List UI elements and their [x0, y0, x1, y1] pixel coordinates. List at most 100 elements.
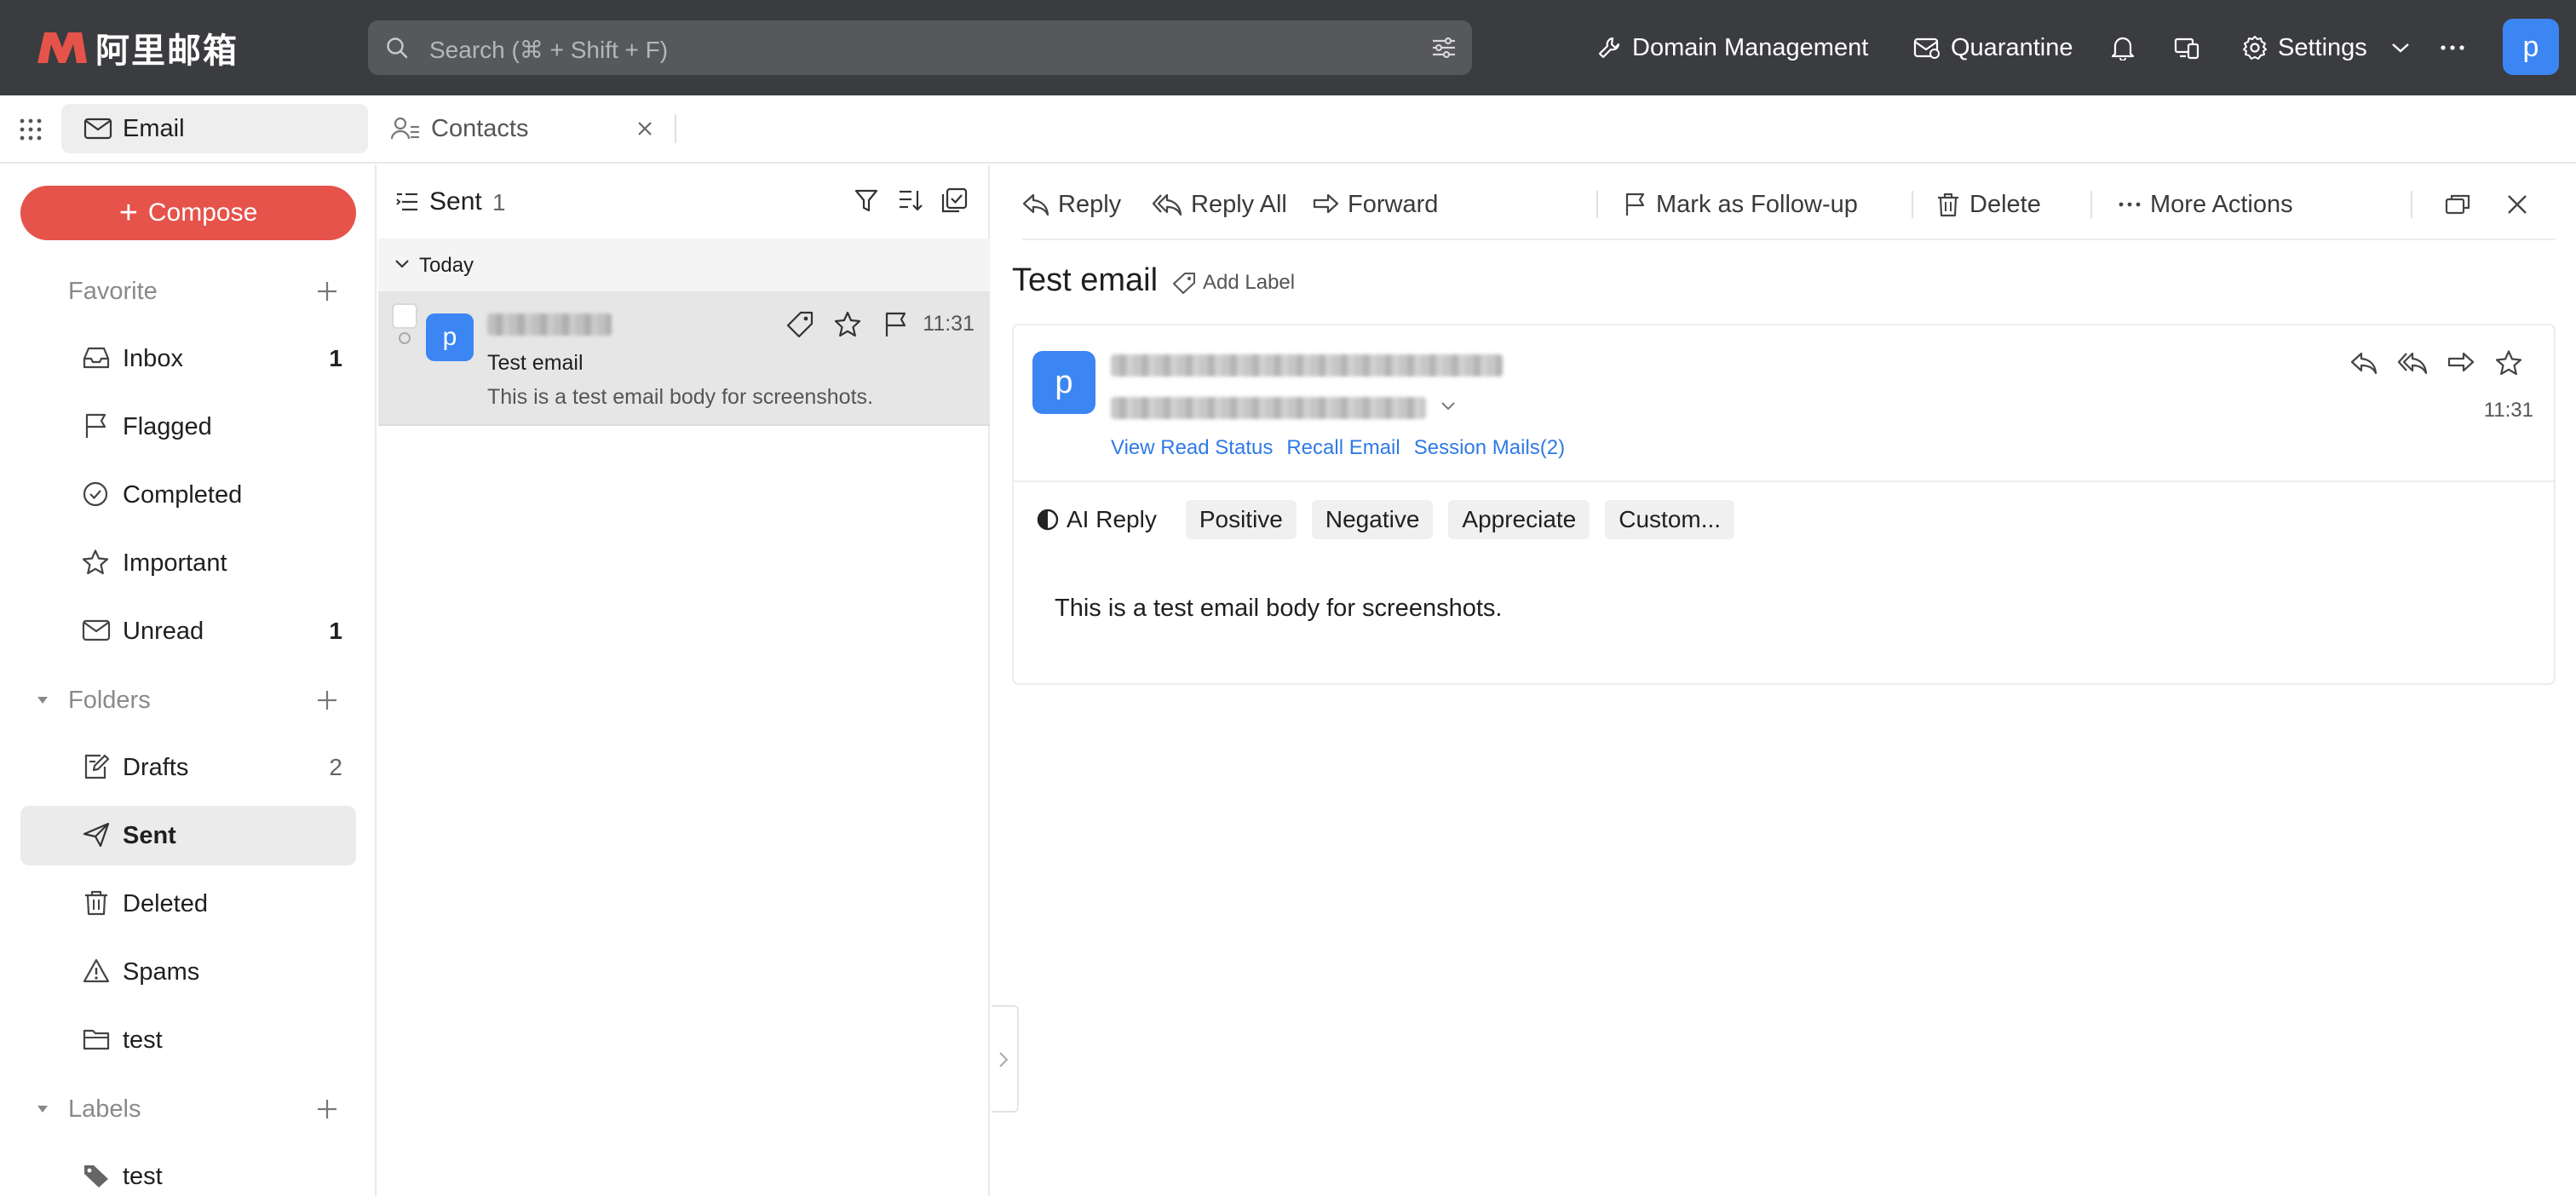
sidebar-item-test-label[interactable]: test — [20, 1147, 356, 1196]
ai-chip-custom[interactable]: Custom... — [1605, 500, 1735, 539]
tab-contacts-label: Contacts — [431, 114, 529, 142]
sidebar-item-inbox[interactable]: Inbox 1 — [20, 329, 356, 388]
sidebar-item-important[interactable]: Important — [20, 533, 356, 593]
ai-chip-appreciate[interactable]: Appreciate — [1448, 500, 1590, 539]
card-divider — [1014, 480, 2554, 482]
ai-chip-negative[interactable]: Negative — [1311, 500, 1434, 539]
reply-all-button[interactable]: Reply All — [1152, 187, 1287, 221]
tab-contacts[interactable]: Contacts — [368, 104, 675, 153]
flag-icon — [82, 412, 111, 440]
forward-icon[interactable] — [2447, 349, 2475, 377]
session-mails-link[interactable]: Session Mails(2) — [1414, 436, 1565, 460]
email-body: This is a test email body for screenshot… — [1055, 595, 1503, 622]
chevron-down-icon — [2392, 43, 2409, 53]
folders-section-label: Folders — [68, 686, 151, 714]
caret-down-icon — [36, 695, 49, 705]
reply-all-icon[interactable] — [2397, 349, 2428, 377]
delete-button[interactable]: Delete — [1935, 187, 2041, 221]
open-new-window-button[interactable] — [2445, 187, 2479, 221]
ai-reply-bar: AI Reply Positive Negative Appreciate Cu… — [1036, 499, 1750, 540]
add-label-button[interactable]: Add Label — [1172, 269, 1295, 296]
star-icon[interactable] — [833, 310, 862, 339]
filter-icon[interactable] — [854, 187, 879, 213]
devices-icon — [2174, 37, 2199, 60]
devices-button[interactable] — [2174, 27, 2210, 68]
settings-dropdown[interactable] — [2390, 27, 2421, 68]
sidebar-item-flagged[interactable]: Flagged — [20, 397, 356, 457]
ai-chip-positive[interactable]: Positive — [1185, 500, 1297, 539]
flag-icon[interactable] — [881, 310, 910, 339]
sender-name-redacted — [487, 313, 612, 336]
folders-section-header[interactable]: Folders — [0, 675, 377, 726]
sort-icon[interactable] — [898, 187, 923, 213]
add-folder-icon[interactable] — [315, 688, 339, 712]
sidebar-item-label: Drafts — [123, 753, 189, 781]
forward-icon — [1313, 193, 1339, 214]
sender-address-redacted — [1111, 354, 1503, 377]
read-status-dot[interactable] — [399, 332, 411, 344]
apps-grid-icon[interactable] — [19, 118, 43, 141]
sidebar-item-completed[interactable]: Completed — [20, 465, 356, 525]
sidebar-item-spams[interactable]: Spams — [20, 942, 356, 1002]
settings-button[interactable]: Settings — [2242, 27, 2367, 68]
follow-up-button[interactable]: Mark as Follow-up — [1622, 187, 1858, 221]
list-title: Sent — [429, 187, 482, 216]
reply-icon[interactable] — [2349, 349, 2378, 377]
toolbar-divider — [2090, 191, 2092, 218]
close-reader-button[interactable] — [2506, 187, 2537, 221]
sidebar-item-drafts[interactable]: Drafts 2 — [20, 738, 356, 797]
folder-menu-icon[interactable] — [395, 191, 419, 213]
list-item[interactable]: p 11:31 Test email This is a test email … — [378, 291, 990, 426]
favorite-section-header[interactable]: Favorite — [0, 266, 377, 317]
wrench-icon — [1598, 37, 1620, 59]
search-placeholder: Search (⌘ + Shift + F) — [429, 37, 669, 63]
flag-icon — [1625, 193, 1645, 216]
message-list-header: Sent 1 — [378, 165, 990, 239]
more-dots-icon — [2441, 45, 2464, 50]
sidebar-item-sent[interactable]: Sent — [20, 806, 356, 865]
envelope-icon — [83, 118, 112, 140]
reply-button[interactable]: Reply — [1022, 187, 1121, 221]
more-menu-button[interactable] — [2440, 27, 2475, 68]
toolbar-divider — [1596, 191, 1598, 218]
sidebar-item-unread[interactable]: Unread 1 — [20, 601, 356, 661]
draft-count: 2 — [329, 754, 342, 780]
star-icon[interactable] — [2494, 349, 2523, 377]
unread-count: 1 — [329, 345, 342, 371]
more-actions-button[interactable]: More Actions — [2118, 187, 2293, 221]
tag-icon[interactable] — [785, 310, 814, 339]
app-tabs-bar: Email Contacts — [0, 95, 2576, 164]
close-icon[interactable] — [635, 119, 664, 138]
sidebar-item-test-folder[interactable]: test — [20, 1010, 356, 1070]
tag-icon — [1173, 273, 1195, 294]
logo-text: 阿里邮箱 — [95, 32, 239, 71]
search-filter-icon[interactable] — [1431, 36, 1457, 60]
add-favorite-icon[interactable] — [315, 279, 339, 303]
tab-email[interactable]: Email — [61, 104, 368, 153]
domain-management-button[interactable]: Domain Management — [1596, 27, 1868, 68]
date-group-header[interactable]: Today — [378, 239, 990, 291]
search-icon — [385, 36, 409, 60]
sender-avatar: p — [1032, 351, 1095, 414]
sidebar-item-deleted[interactable]: Deleted — [20, 874, 356, 934]
multi-select-icon[interactable] — [940, 187, 968, 213]
view-read-status-link[interactable]: View Read Status — [1111, 436, 1273, 460]
chevron-down-icon[interactable] — [1440, 400, 1457, 412]
add-label-icon[interactable] — [315, 1097, 339, 1121]
app-logo[interactable]: 阿里邮箱 — [34, 26, 239, 71]
gear-icon — [2243, 36, 2267, 60]
close-icon — [2508, 195, 2527, 214]
row-checkbox[interactable] — [392, 303, 417, 329]
reply-icon — [1022, 193, 1049, 216]
sidebar-item-label: Important — [123, 549, 227, 577]
labels-section-header[interactable]: Labels — [0, 1084, 377, 1135]
quarantine-button[interactable]: Quarantine — [1913, 27, 2073, 68]
user-avatar[interactable]: p — [2503, 19, 2559, 75]
search-input[interactable]: Search (⌘ + Shift + F) — [368, 20, 1472, 75]
recall-email-link[interactable]: Recall Email — [1286, 436, 1400, 460]
chevron-down-icon — [394, 257, 411, 271]
forward-button[interactable]: Forward — [1312, 187, 1438, 221]
notifications-button[interactable] — [2111, 27, 2145, 68]
compose-button[interactable]: + Compose — [20, 186, 356, 240]
tab-divider — [675, 114, 676, 143]
